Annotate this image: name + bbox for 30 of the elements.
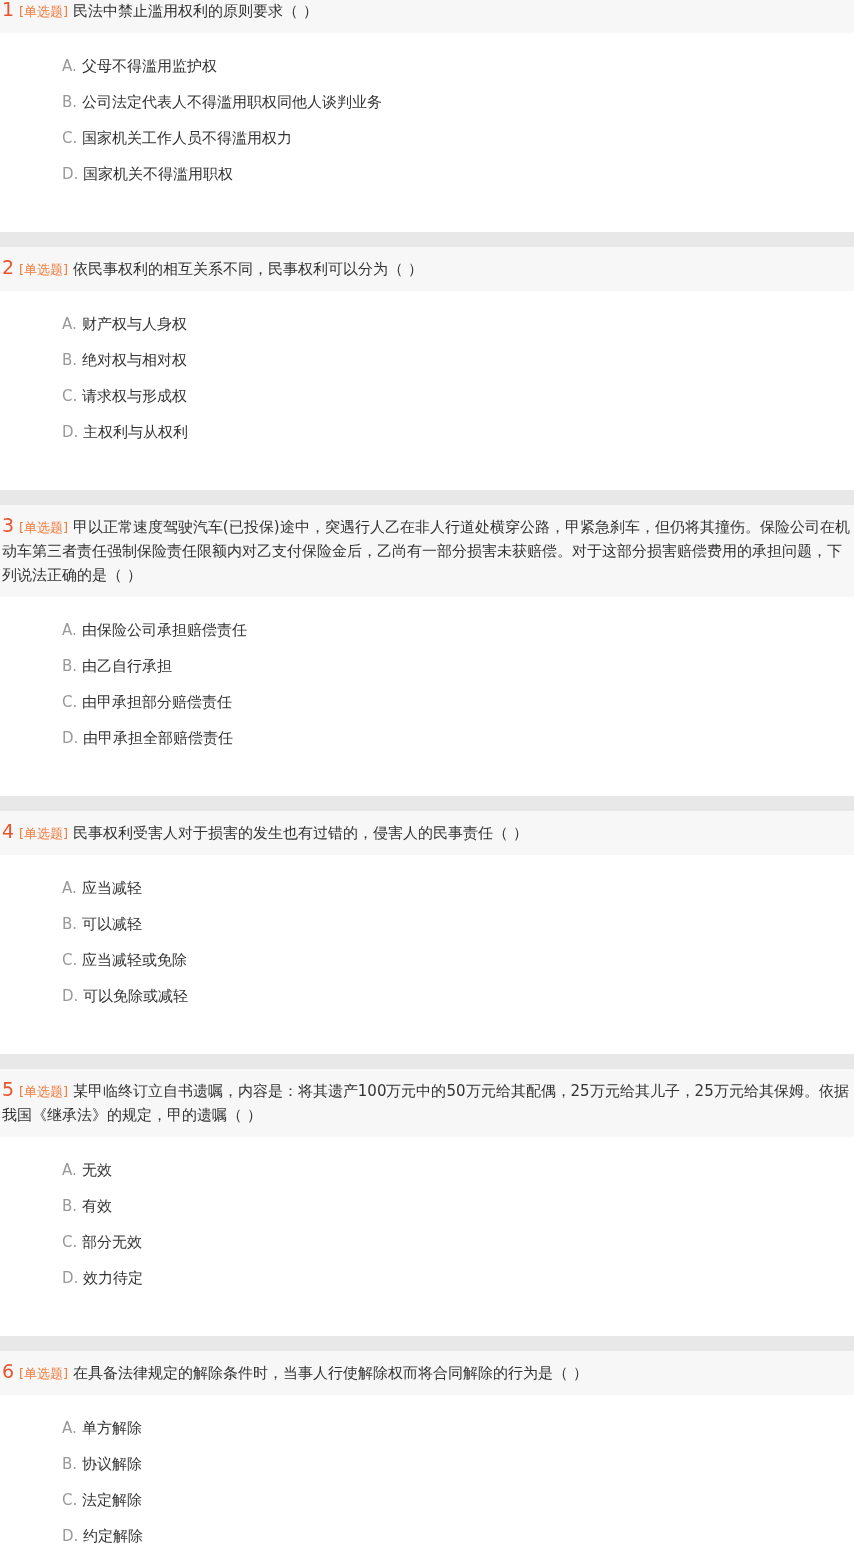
answer-option[interactable]: A. 由保险公司承担赔偿责任 xyxy=(62,612,247,648)
answer-option[interactable]: D. 可以免除或减轻 xyxy=(62,978,189,1014)
answer-option[interactable]: A. 财产权与人身权 xyxy=(62,306,187,342)
answer-option[interactable]: B. 协议解除 xyxy=(62,1446,142,1482)
answer-option[interactable]: C. 请求权与形成权 xyxy=(62,378,188,414)
question-text: 2 [单选题] 依民事权利的相互关系不同，民事权利可以分为（ ） xyxy=(1,257,424,280)
answer-option[interactable]: D. 效力待定 xyxy=(62,1260,144,1296)
answer-option[interactable]: A. 单方解除 xyxy=(62,1410,142,1446)
answer-option[interactable]: C. 法定解除 xyxy=(62,1482,143,1518)
answer-option[interactable]: C. 应当减轻或免除 xyxy=(62,942,188,978)
answer-option[interactable]: B. 可以减轻 xyxy=(62,906,142,942)
answer-option[interactable]: C. 部分无效 xyxy=(62,1224,143,1260)
question-text: 1 [单选题] 民法中禁止滥用权利的原则要求（ ） xyxy=(1,0,319,22)
question-text: 4 [单选题] 民事权利受害人对于损害的发生也有过错的，侵害人的民事责任（ ） xyxy=(1,821,529,844)
answer-option[interactable]: B. 公司法定代表人不得滥用职权同他人谈判业务 xyxy=(62,84,382,120)
question-text: 6 [单选题] 在具备法律规定的解除条件时，当事人行使解除权而将合同解除的行为是（ ） xyxy=(1,1361,589,1384)
answer-option[interactable]: A. 应当减轻 xyxy=(62,870,142,906)
answer-option[interactable]: A. 无效 xyxy=(62,1152,112,1188)
answer-option[interactable]: A. 父母不得滥用监护权 xyxy=(62,48,217,84)
question-text: 3 [单选题] 甲以正常速度驾驶汽车(已投保)途中，突遇行人乙在非人行道处横穿公路，甲紧急刹车，但仍将其撞伤。保险公司在机动车第三者责任强制保险责任限额内对乙支付保险金后，乙尚有一部分损害未获赔偿。对于这部分损害赔偿费用的承担问题，下列说法正确的是（ ） xyxy=(1,515,851,586)
answer-option[interactable]: D. 主权利与从权利 xyxy=(62,414,189,450)
answer-option[interactable]: C. 国家机关工作人员不得滥用权力 xyxy=(62,120,293,156)
answer-option[interactable]: B. 有效 xyxy=(62,1188,112,1224)
answer-option[interactable]: C. 由甲承担部分赔偿责任 xyxy=(62,684,233,720)
answer-option[interactable]: B. 由乙自行承担 xyxy=(62,648,172,684)
answer-option[interactable]: B. 绝对权与相对权 xyxy=(62,342,187,378)
answer-option[interactable]: D. 国家机关不得滥用职权 xyxy=(62,156,234,192)
question-text: 5 [单选题] 某甲临终订立自书遗嘱，内容是：将其遗产100万元中的50万元给其配偶，25万元给其儿子，25万元给其保姆。依据我国《继承法》的规定，甲的遗嘱（ ） xyxy=(1,1079,850,1126)
answer-option[interactable]: D. 约定解除 xyxy=(62,1518,144,1549)
answer-option[interactable]: D. 由甲承担全部赔偿责任 xyxy=(62,720,234,756)
